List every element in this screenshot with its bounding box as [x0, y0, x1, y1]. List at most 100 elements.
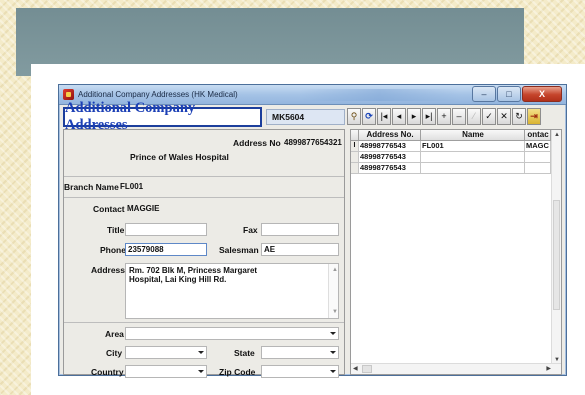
edit-record-button[interactable]: ⁄	[467, 108, 481, 125]
cell-contact[interactable]	[525, 163, 551, 174]
column-header-contact[interactable]: ontac	[525, 130, 551, 141]
zip-code-label: Zip Code	[219, 367, 256, 377]
minimize-button[interactable]: –	[472, 86, 496, 102]
cell-address-no[interactable]: 48998776543	[359, 163, 421, 174]
contact-label: Contact	[93, 204, 125, 214]
close-icon: X	[538, 89, 545, 99]
window-controls: – □ X	[472, 86, 562, 102]
first-record-icon: |◂	[380, 111, 388, 121]
minus-icon: –	[456, 111, 462, 121]
divider	[64, 176, 344, 177]
fax-label: Fax	[243, 225, 258, 235]
close-button[interactable]: X	[522, 86, 562, 102]
scroll-thumb[interactable]	[553, 200, 560, 310]
edit-icon: ⁄	[473, 111, 475, 121]
first-record-button[interactable]: |◂	[377, 108, 391, 125]
country-select[interactable]	[125, 365, 207, 378]
grid-horizontal-scrollbar[interactable]: ◀ ▶	[351, 363, 561, 374]
chevron-down-icon	[330, 332, 336, 335]
cell-address-no[interactable]: 48998776543	[359, 152, 421, 163]
content-area: Address No 4899877654321 Prince of Wales…	[59, 129, 566, 378]
post-record-button[interactable]: ✓	[482, 108, 496, 125]
form-caption: Additional Company Addresses	[63, 100, 262, 133]
address-scrollbar[interactable]: ▲ ▼	[328, 264, 338, 318]
maximize-button[interactable]: □	[497, 86, 521, 102]
refresh-data-button[interactable]: ↻	[512, 108, 526, 125]
search-icon: ⚲	[350, 111, 358, 121]
city-label: City	[106, 348, 123, 358]
prior-record-button[interactable]: ◂	[392, 108, 406, 125]
refresh-button[interactable]: ⟳	[362, 108, 376, 125]
fax-field[interactable]	[261, 223, 339, 236]
scroll-up-icon: ▲	[332, 267, 338, 273]
state-label: State	[234, 348, 255, 358]
last-record-button[interactable]: ▸|	[422, 108, 436, 125]
chevron-down-icon	[330, 351, 336, 354]
cell-contact[interactable]: MAGC	[525, 141, 551, 152]
divider	[64, 197, 344, 198]
state-select[interactable]	[261, 346, 339, 359]
area-label: Area	[105, 329, 124, 339]
salesman-field[interactable]: AE	[261, 243, 339, 256]
scroll-up-icon[interactable]: ▲	[554, 132, 560, 138]
area-select[interactable]	[125, 327, 339, 340]
app-icon	[63, 89, 74, 100]
country-label: Country	[91, 367, 124, 377]
exit-button[interactable]: ⇥	[527, 108, 541, 125]
scroll-right-icon[interactable]: ▶	[546, 365, 551, 372]
grid-header: Address No. Name ontac	[351, 130, 551, 141]
cell-contact[interactable]	[525, 152, 551, 163]
delete-record-button[interactable]: –	[452, 108, 466, 125]
contact-value: MAGGIE	[127, 204, 160, 213]
address-line-2: Hospital, Lai King Hill Rd.	[129, 275, 227, 284]
plus-icon: +	[441, 111, 447, 121]
insert-record-button[interactable]: +	[437, 108, 451, 125]
row-indicator	[351, 163, 359, 174]
window-title: Additional Company Addresses (HK Medical…	[78, 90, 238, 99]
address-memo[interactable]: Rm. 702 Blk M, Princess Margaret Hospita…	[125, 263, 339, 319]
grid-vertical-scrollbar[interactable]: ▲ ▼	[551, 130, 561, 365]
phone-field[interactable]: 23579088	[125, 243, 207, 256]
maximize-icon: □	[506, 89, 512, 99]
company-code-field[interactable]: MK5604	[266, 109, 345, 125]
cell-name[interactable]	[421, 163, 525, 174]
cell-name[interactable]: FL001	[421, 141, 525, 152]
refresh-data-icon: ↻	[515, 111, 523, 121]
branch-name-label: Branch Name	[64, 182, 119, 192]
scroll-left-icon[interactable]: ◀	[353, 365, 358, 372]
cell-name[interactable]	[421, 152, 525, 163]
zip-code-select[interactable]	[261, 365, 339, 378]
address-label: Address	[91, 265, 126, 275]
phone-label: Phone	[100, 245, 126, 255]
next-record-button[interactable]: ▸	[407, 108, 421, 125]
title-field[interactable]	[125, 223, 207, 236]
salesman-label: Salesman	[219, 245, 259, 255]
table-row[interactable]: 48998776543	[351, 152, 551, 163]
x-icon: ✕	[500, 111, 508, 121]
table-row[interactable]: 48998776543	[351, 163, 551, 174]
cell-address-no[interactable]: 48998776543	[359, 141, 421, 152]
navigator: ⚲ ⟳ |◂ ◂ ▸ ▸| + – ⁄ ✓ ✕ ↻ ⇥	[347, 108, 541, 125]
address-no-value: 4899877654321	[284, 138, 342, 147]
title-label: Title	[107, 225, 125, 235]
chevron-down-icon	[198, 370, 204, 373]
cancel-edit-button[interactable]: ✕	[497, 108, 511, 125]
last-record-icon: ▸|	[425, 111, 433, 121]
search-button[interactable]: ⚲	[347, 108, 361, 125]
address-form: Address No 4899877654321 Prince of Wales…	[63, 129, 345, 378]
exit-icon: ⇥	[530, 111, 538, 121]
refresh-icon: ⟳	[365, 111, 373, 121]
chevron-down-icon	[198, 351, 204, 354]
column-header-name[interactable]: Name	[421, 130, 525, 141]
next-record-icon: ▸	[411, 111, 417, 121]
app-window: Additional Company Addresses (HK Medical…	[58, 84, 567, 378]
address-line-1: Rm. 702 Blk M, Princess Margaret	[129, 266, 258, 275]
column-header-address-no[interactable]: Address No.	[359, 130, 421, 141]
company-name: Prince of Wales Hospital	[130, 152, 229, 162]
city-select[interactable]	[125, 346, 207, 359]
chevron-down-icon	[330, 370, 336, 373]
address-grid[interactable]: Address No. Name ontac I 48998776543 FL0…	[350, 129, 562, 375]
scroll-thumb[interactable]	[362, 365, 372, 373]
table-row[interactable]: I 48998776543 FL001 MAGC	[351, 141, 551, 152]
branch-name-value: FL001	[120, 182, 144, 191]
